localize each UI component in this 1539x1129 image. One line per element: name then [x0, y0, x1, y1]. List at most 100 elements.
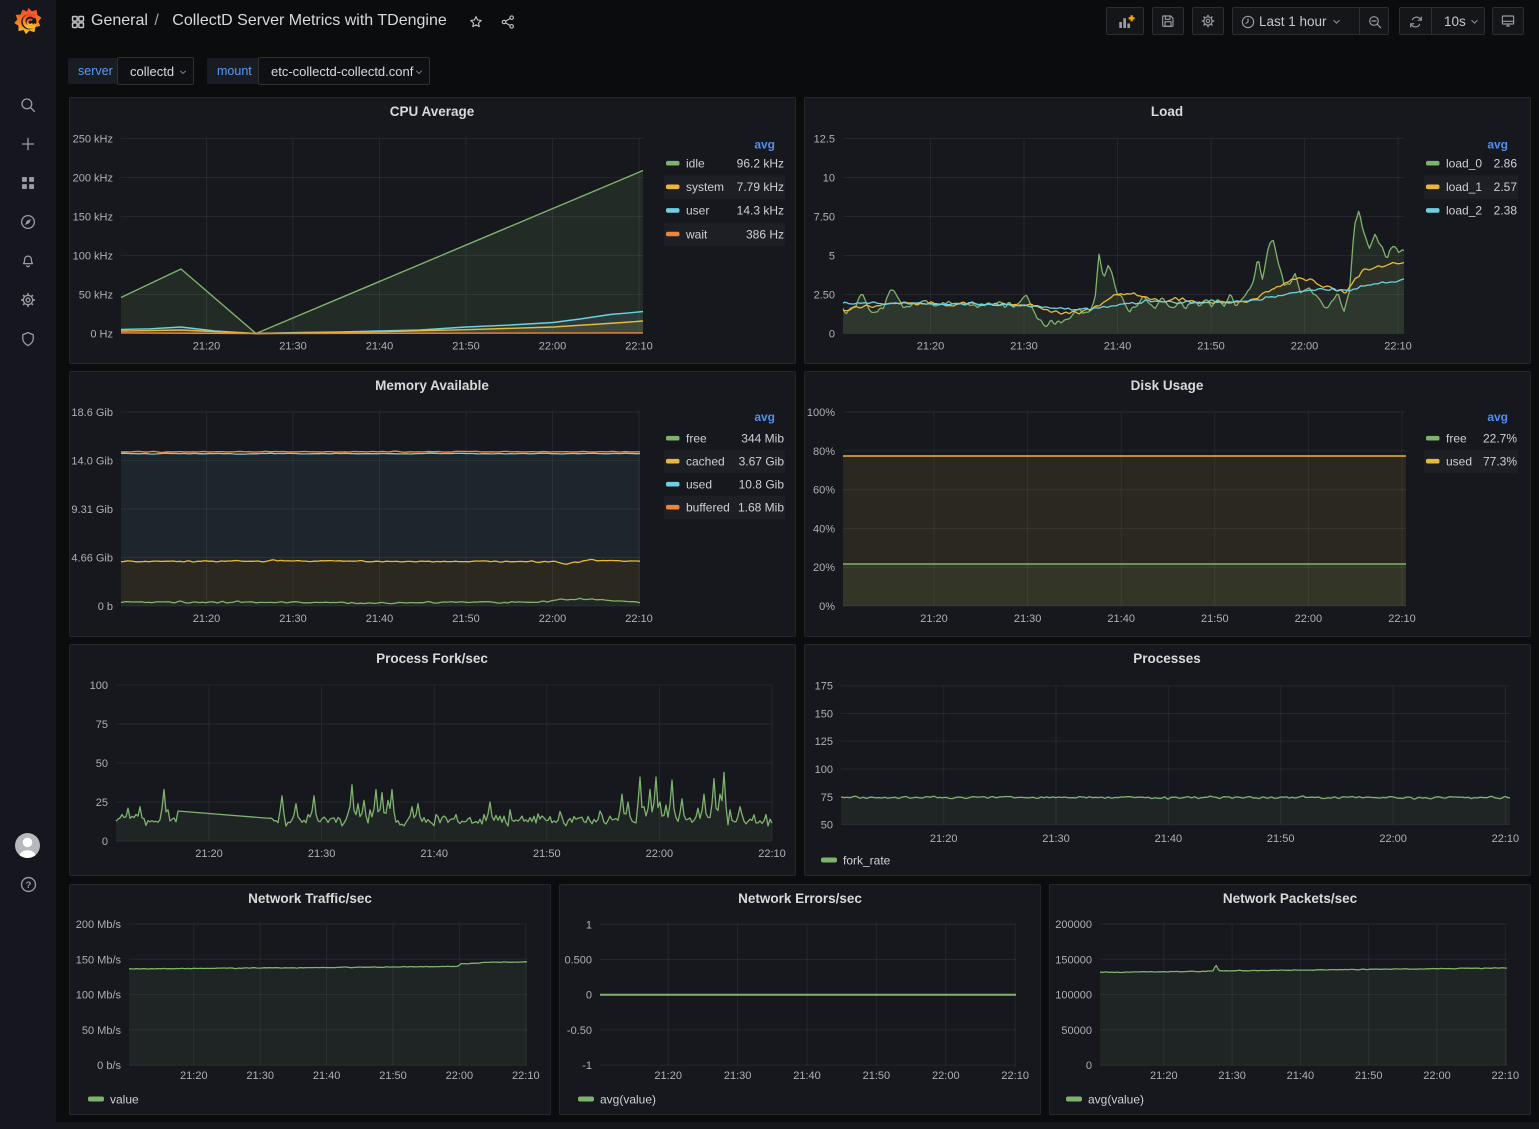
svg-text:12.5: 12.5	[814, 133, 835, 145]
svg-text:200 Mb/s: 200 Mb/s	[76, 919, 122, 931]
svg-text:40%: 40%	[813, 523, 835, 535]
svg-text:21:50: 21:50	[452, 340, 480, 352]
svg-text:idle: idle	[686, 156, 705, 170]
svg-text:0: 0	[1086, 1060, 1092, 1072]
svg-text:2.50: 2.50	[814, 289, 835, 301]
svg-text:22:10: 22:10	[1384, 340, 1412, 352]
svg-text:21:40: 21:40	[420, 848, 448, 860]
svg-text:100000: 100000	[1055, 990, 1092, 1002]
svg-text:avg: avg	[1487, 410, 1508, 424]
svg-text:user: user	[686, 203, 709, 217]
svg-text:value: value	[110, 1093, 139, 1107]
svg-text:21:30: 21:30	[1010, 340, 1038, 352]
svg-text:21:50: 21:50	[1197, 340, 1225, 352]
svg-text:21:30: 21:30	[308, 848, 336, 860]
svg-text:175: 175	[815, 681, 833, 693]
svg-text:wait: wait	[685, 227, 708, 241]
svg-text:load_1: load_1	[1446, 180, 1482, 194]
svg-text:75: 75	[96, 719, 108, 731]
svg-text:22:10: 22:10	[758, 848, 786, 860]
svg-text:21:20: 21:20	[193, 340, 221, 352]
svg-text:50: 50	[821, 820, 833, 832]
svg-text:22:10: 22:10	[1492, 1070, 1520, 1082]
svg-text:Processes: Processes	[1133, 651, 1201, 666]
svg-text:18.6 Gib: 18.6 Gib	[71, 407, 113, 419]
svg-text:5: 5	[829, 250, 835, 262]
svg-text:21:30: 21:30	[246, 1070, 274, 1082]
svg-text:22:00: 22:00	[646, 848, 674, 860]
svg-text:avg(value): avg(value)	[600, 1093, 656, 1107]
svg-text:14.0 Gib: 14.0 Gib	[71, 456, 113, 468]
svg-text:21:40: 21:40	[366, 340, 394, 352]
svg-text:avg: avg	[754, 410, 775, 424]
svg-text:22:10: 22:10	[1388, 613, 1416, 625]
svg-text:9.31 Gib: 9.31 Gib	[71, 504, 113, 516]
svg-text:21:50: 21:50	[379, 1070, 407, 1082]
svg-text:344 Mib: 344 Mib	[741, 432, 784, 446]
svg-text:21:50: 21:50	[863, 1070, 891, 1082]
svg-text:21:20: 21:20	[195, 848, 223, 860]
svg-text:1: 1	[586, 919, 592, 931]
svg-text:50: 50	[96, 758, 108, 770]
svg-text:21:50: 21:50	[452, 613, 480, 625]
svg-text:7.79 kHz: 7.79 kHz	[737, 180, 784, 194]
svg-text:96.2 kHz: 96.2 kHz	[737, 156, 784, 170]
svg-text:22:00: 22:00	[1291, 340, 1319, 352]
svg-text:21:40: 21:40	[1107, 613, 1135, 625]
svg-text:21:30: 21:30	[1218, 1070, 1246, 1082]
svg-text:21:40: 21:40	[793, 1070, 821, 1082]
svg-text:10.8 Gib: 10.8 Gib	[739, 478, 785, 492]
svg-text:?: ?	[26, 880, 32, 891]
svg-text:Network Traffic/sec: Network Traffic/sec	[248, 891, 372, 906]
svg-text:free: free	[1446, 432, 1467, 446]
svg-text:14.3 kHz: 14.3 kHz	[737, 203, 784, 217]
svg-text:50 Mb/s: 50 Mb/s	[82, 1025, 122, 1037]
svg-text:21:20: 21:20	[1150, 1070, 1178, 1082]
svg-text:21:30: 21:30	[279, 613, 307, 625]
svg-text:22:00: 22:00	[1295, 613, 1323, 625]
svg-text:0.500: 0.500	[564, 955, 592, 967]
svg-text:4.66 Gib: 4.66 Gib	[71, 553, 113, 565]
svg-text:0 b/s: 0 b/s	[97, 1060, 121, 1072]
svg-text:0: 0	[102, 836, 108, 848]
svg-text:avg(value): avg(value)	[1088, 1093, 1144, 1107]
svg-text:used: used	[686, 478, 712, 492]
svg-text:200 kHz: 200 kHz	[73, 172, 113, 184]
svg-text:0: 0	[586, 990, 592, 1002]
svg-text:load_2: load_2	[1446, 203, 1482, 217]
svg-text:22:10: 22:10	[512, 1070, 540, 1082]
svg-text:21:40: 21:40	[1104, 340, 1132, 352]
svg-text:21:20: 21:20	[930, 833, 958, 845]
svg-text:21:30: 21:30	[724, 1070, 752, 1082]
svg-text:100 Mb/s: 100 Mb/s	[76, 990, 122, 1002]
svg-text:0 Hz: 0 Hz	[90, 328, 113, 340]
svg-text:21:40: 21:40	[1155, 833, 1183, 845]
svg-text:-1: -1	[582, 1060, 592, 1072]
svg-text:21:40: 21:40	[366, 613, 394, 625]
svg-text:free: free	[686, 432, 707, 446]
svg-text:21:20: 21:20	[917, 340, 945, 352]
svg-text:21:50: 21:50	[1201, 613, 1229, 625]
svg-text:22:00: 22:00	[1423, 1070, 1451, 1082]
svg-text:22:00: 22:00	[446, 1070, 474, 1082]
svg-text:75: 75	[821, 792, 833, 804]
svg-text:386 Hz: 386 Hz	[746, 227, 784, 241]
svg-text:3.67 Gib: 3.67 Gib	[739, 455, 785, 469]
svg-text:22:00: 22:00	[1379, 833, 1407, 845]
svg-text:1.68 Mib: 1.68 Mib	[738, 501, 784, 515]
svg-text:21:50: 21:50	[1355, 1070, 1383, 1082]
svg-text:Network Packets/sec: Network Packets/sec	[1223, 891, 1358, 906]
svg-text:fork_rate: fork_rate	[843, 854, 891, 868]
svg-text:used: used	[1446, 455, 1472, 469]
svg-text:77.3%: 77.3%	[1483, 455, 1517, 469]
svg-text:60%: 60%	[813, 485, 835, 497]
svg-text:22:00: 22:00	[539, 340, 567, 352]
svg-text:Network Errors/sec: Network Errors/sec	[738, 891, 862, 906]
svg-text:Disk Usage: Disk Usage	[1131, 378, 1204, 393]
svg-text:21:20: 21:20	[193, 613, 221, 625]
svg-text:2.57: 2.57	[1494, 180, 1518, 194]
svg-text:2.86: 2.86	[1494, 156, 1518, 170]
svg-text:21:30: 21:30	[1042, 833, 1070, 845]
svg-text:150 kHz: 150 kHz	[73, 211, 113, 223]
svg-text:CPU Average: CPU Average	[390, 104, 475, 119]
